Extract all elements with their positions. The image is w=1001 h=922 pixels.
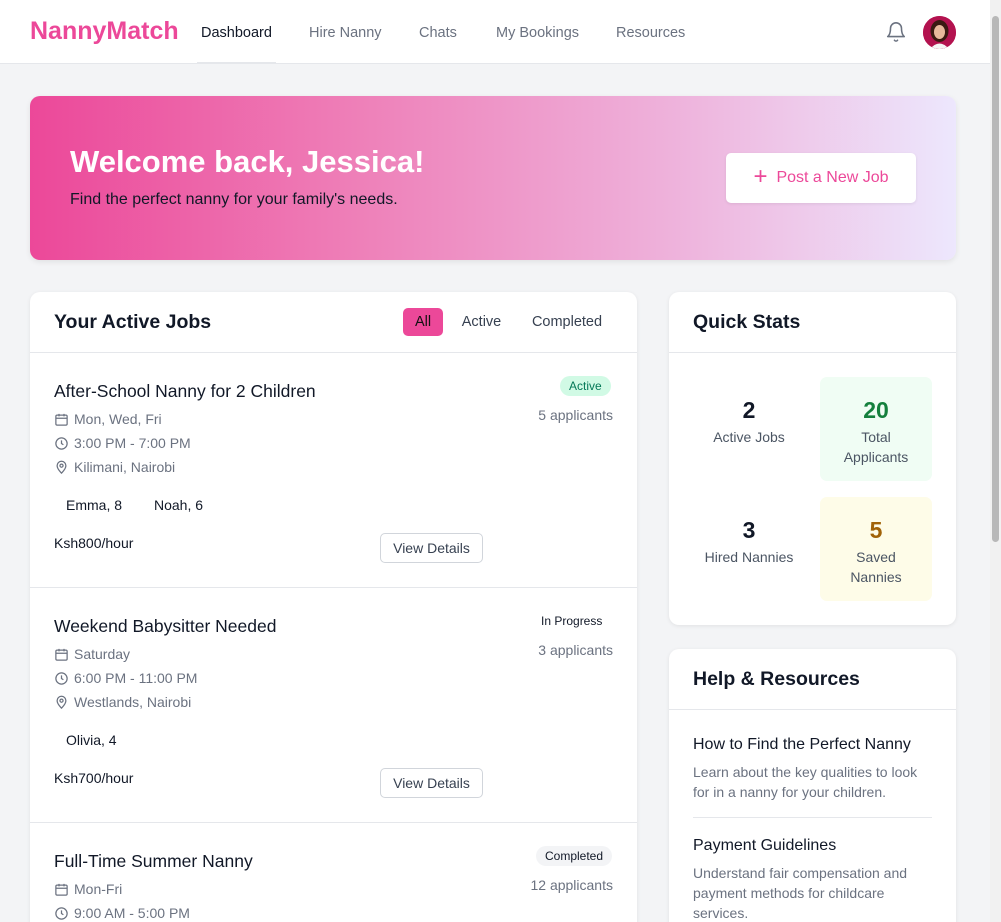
stat-value: 5	[869, 517, 883, 543]
help-link-find-nanny[interactable]: How to Find the Perfect Nanny	[693, 736, 911, 754]
job-days: Saturday	[54, 646, 130, 662]
help-card-header: Help & Resources	[669, 649, 956, 710]
job-time-text: 3:00 PM - 7:00 PM	[74, 435, 191, 451]
plus-icon: +	[753, 163, 768, 190]
quick-stats-card: Quick Stats 2 Active Jobs 20 Total Appli…	[669, 292, 956, 625]
job-days-text: Mon-Fri	[74, 881, 123, 897]
clock-icon	[55, 906, 68, 920]
post-new-job-label: Post a New Job	[776, 169, 889, 186]
calendar-icon	[55, 413, 68, 426]
help-card-title: Help & Resources	[693, 668, 860, 690]
calendar-icon	[55, 648, 68, 661]
job-time: 6:00 PM - 11:00 PM	[54, 670, 197, 686]
nav-my-bookings[interactable]: My Bookings	[496, 0, 579, 64]
filter-completed[interactable]: Completed	[522, 308, 612, 336]
avatar[interactable]	[923, 16, 956, 49]
job-location-text: Westlands, Nairobi	[74, 694, 192, 710]
help-resources-card: Help & Resources How to Find the Perfect…	[669, 649, 956, 922]
brand-logo[interactable]: NannyMatch	[30, 17, 179, 46]
stat-value: 3	[742, 517, 756, 543]
jobs-card-title: Your Active Jobs	[54, 311, 212, 333]
hourly-rate: Ksh700/hour	[54, 770, 134, 786]
stat-label: Active Jobs	[713, 429, 785, 445]
job-card: Weekend Babysitter Needed In Progress 3 …	[30, 588, 637, 823]
job-title[interactable]: Weekend Babysitter Needed	[54, 616, 276, 637]
jobs-card-header: Your Active Jobs All Active Completed	[30, 292, 637, 353]
job-card: After-School Nanny for 2 Children Active…	[30, 353, 637, 588]
nav-resources[interactable]: Resources	[616, 0, 685, 64]
stat-active-jobs: 2 Active Jobs	[693, 377, 805, 481]
page-scrollbar[interactable]	[990, 0, 1001, 922]
view-details-button[interactable]: View Details	[380, 768, 483, 798]
scrollbar-thumb[interactable]	[992, 16, 999, 542]
stat-label: Hired Nannies	[704, 549, 794, 565]
hourly-rate: Ksh800/hour	[54, 535, 134, 551]
welcome-subtitle: Find the perfect nanny for your family's…	[70, 191, 398, 208]
applicants-count: 5 applicants	[538, 407, 613, 423]
top-navbar: NannyMatch Dashboard Hire Nanny Chats My…	[0, 0, 990, 64]
job-location-text: Kilimani, Nairobi	[74, 459, 176, 475]
job-days: Mon-Fri	[54, 881, 122, 897]
job-time-text: 6:00 PM - 11:00 PM	[74, 670, 198, 686]
stat-saved-nannies: 5 Saved Nannies	[820, 497, 932, 601]
job-title[interactable]: Full-Time Summer Nanny	[54, 851, 253, 872]
job-title[interactable]: After-School Nanny for 2 Children	[54, 381, 316, 402]
job-time-text: 9:00 AM - 5:00 PM	[74, 905, 190, 921]
stats-card-title: Quick Stats	[693, 311, 801, 333]
clock-icon	[55, 671, 68, 685]
applicants-count: 3 applicants	[538, 642, 613, 658]
job-card: Full-Time Summer Nanny Completed 12 appl…	[30, 823, 637, 922]
nav-chats[interactable]: Chats	[419, 0, 457, 64]
job-location: Westlands, Nairobi	[54, 694, 191, 710]
child-tag: Olivia, 4	[66, 732, 117, 748]
bell-icon[interactable]	[885, 21, 907, 43]
applicants-count: 12 applicants	[530, 877, 613, 893]
job-days-text: Saturday	[74, 646, 131, 662]
welcome-title: Welcome back, Jessica!	[70, 144, 425, 179]
job-time: 3:00 PM - 7:00 PM	[54, 435, 191, 451]
child-tag: Emma, 8	[66, 497, 123, 513]
job-time: 9:00 AM - 5:00 PM	[54, 905, 190, 921]
stat-value: 2	[742, 397, 756, 423]
location-pin-icon	[56, 695, 67, 709]
status-badge: In Progress	[532, 611, 612, 631]
filter-all[interactable]: All	[403, 308, 443, 336]
filter-active[interactable]: Active	[454, 308, 509, 336]
stat-value: 20	[863, 397, 889, 423]
stat-label: Total Applicants	[843, 429, 909, 465]
stat-hired-nannies: 3 Hired Nannies	[693, 497, 805, 601]
help-desc-find-nanny: Learn about the key qualities to look fo…	[693, 764, 918, 800]
stat-total-applicants: 20 Total Applicants	[820, 377, 932, 481]
active-jobs-card: Your Active Jobs All Active Completed Af…	[30, 292, 637, 922]
status-badge: Active	[560, 376, 611, 396]
job-location: Kilimani, Nairobi	[54, 459, 175, 475]
help-link-payment[interactable]: Payment Guidelines	[693, 837, 836, 855]
view-details-button[interactable]: View Details	[380, 533, 483, 563]
help-divider	[693, 817, 932, 818]
stat-label: Saved Nannies	[850, 549, 902, 585]
nav-hire-nanny[interactable]: Hire Nanny	[309, 0, 382, 64]
stats-card-header: Quick Stats	[669, 292, 956, 353]
child-tag: Noah, 6	[154, 497, 204, 513]
post-new-job-button[interactable]: + Post a New Job	[726, 153, 916, 203]
welcome-banner: Welcome back, Jessica! Find the perfect …	[30, 96, 956, 260]
clock-icon	[55, 436, 68, 450]
job-days-text: Mon, Wed, Fri	[74, 411, 162, 427]
calendar-icon	[55, 883, 68, 896]
status-badge: Completed	[536, 846, 613, 866]
job-days: Mon, Wed, Fri	[54, 411, 162, 427]
nav-dashboard[interactable]: Dashboard	[197, 0, 276, 64]
help-desc-payment: Understand fair compensation and payment…	[693, 865, 908, 921]
location-pin-icon	[56, 460, 67, 474]
